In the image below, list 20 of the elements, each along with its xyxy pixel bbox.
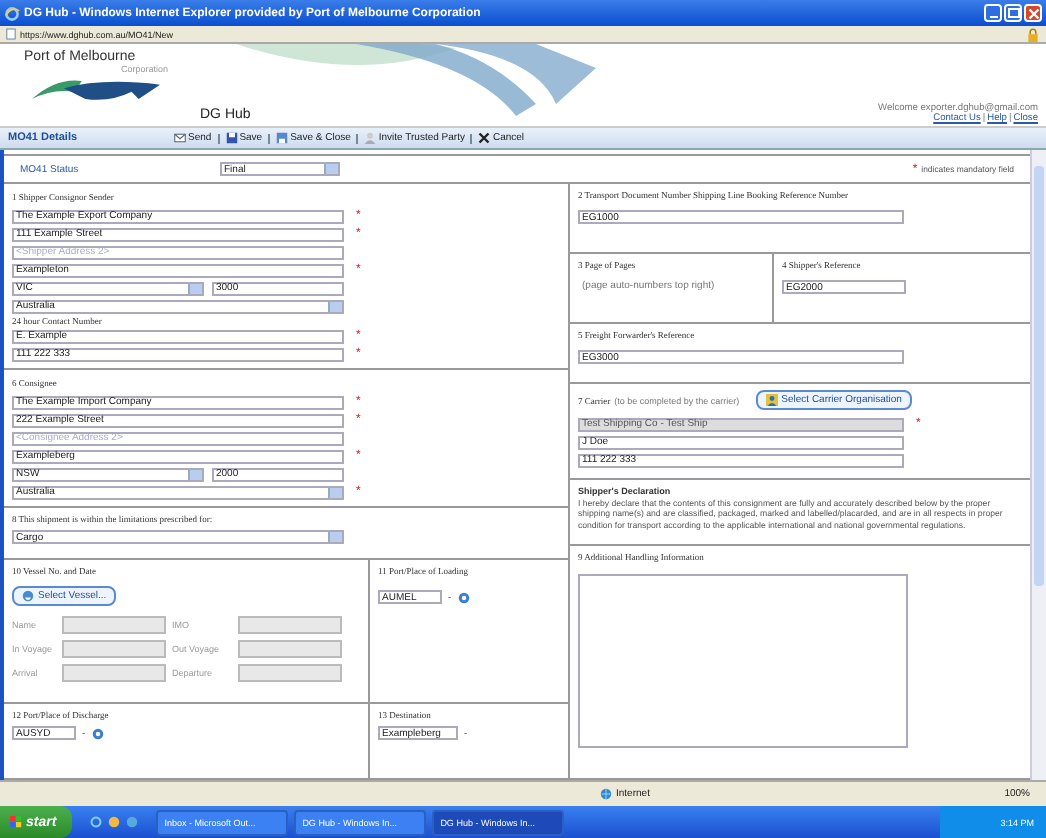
cross-icon (478, 132, 491, 144)
caret-icon (328, 487, 342, 497)
caret-icon (188, 283, 202, 293)
minimize-button[interactable] (984, 4, 1002, 22)
close-button[interactable] (1024, 4, 1042, 22)
caret-icon (328, 301, 342, 311)
floppy-icon (276, 132, 289, 144)
windows-flag-icon (10, 816, 22, 828)
text-area[interactable] (578, 574, 908, 748)
envelope-icon (174, 132, 186, 144)
lock-icon (1026, 27, 1040, 41)
page-icon (6, 28, 16, 40)
scroll-bar[interactable] (1030, 150, 1046, 780)
floppy-icon (225, 132, 238, 144)
caret-icon (188, 469, 202, 479)
caret-icon (324, 164, 338, 174)
person-icon (364, 132, 377, 144)
maximize-button[interactable] (1004, 4, 1022, 22)
caret-icon (328, 532, 342, 542)
person-icon (765, 394, 778, 406)
